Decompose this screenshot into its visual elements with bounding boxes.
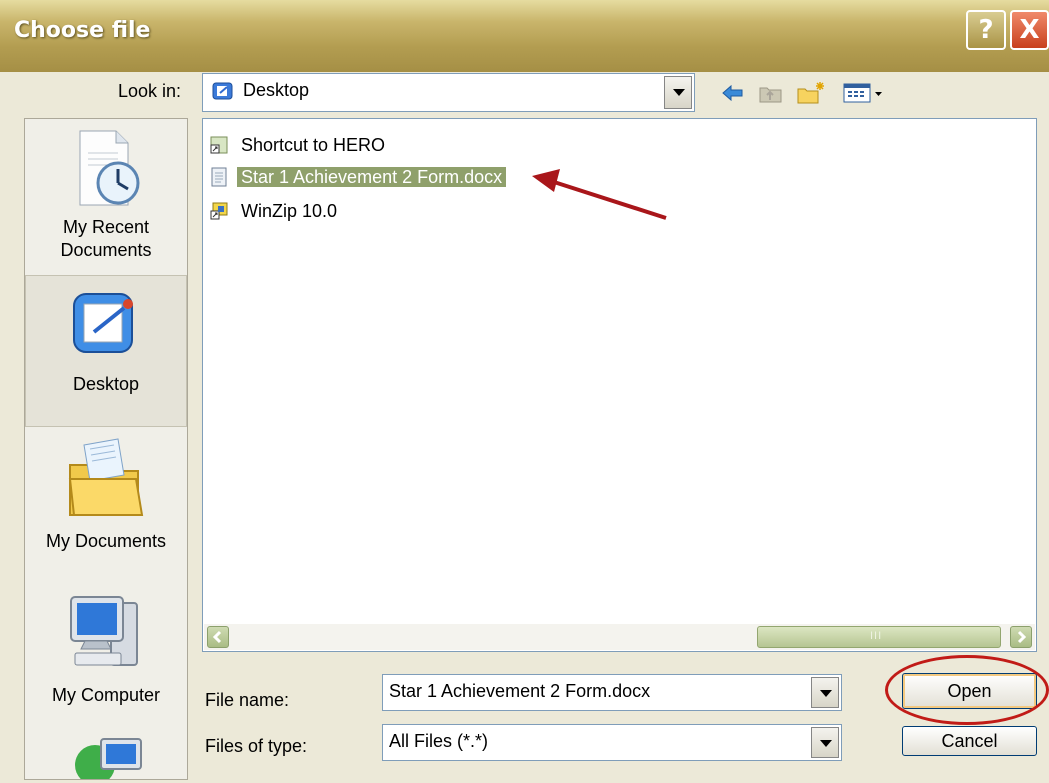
help-button[interactable]: ? [966,10,1006,50]
view-menu-icon[interactable] [842,80,886,106]
scroll-right-button[interactable] [1010,626,1032,648]
network-places-icon [75,738,142,779]
desktop-small-icon [212,82,233,100]
place-my-documents[interactable]: My Documents [25,435,187,585]
winzip-icon [210,202,228,220]
file-type-dropdown[interactable]: All Files (*.*) [382,724,842,761]
places-bar: My Recent Documents Desktop My Documents [24,118,188,780]
scroll-thumb[interactable]: III [757,626,1001,648]
scroll-left-button[interactable] [207,626,229,648]
file-name-value: Star 1 Achievement 2 Form.docx [389,681,651,701]
shortcut-icon [210,136,228,154]
file-type-label: Files of type: [205,736,308,756]
look-in-dropdown[interactable]: Desktop [202,73,695,112]
place-label: My Documents [45,531,167,551]
dialog-title: Choose file [14,18,151,43]
place-label: My Computer [51,685,161,705]
my-computer-icon [70,596,138,666]
up-folder-icon[interactable] [758,80,784,106]
look-in-label: Look in: [118,81,182,101]
place-desktop[interactable]: Desktop [25,275,187,427]
place-label: Desktop [72,374,140,394]
my-documents-icon [68,438,144,516]
place-label: My Recent Documents [60,217,152,260]
place-my-recent-documents[interactable]: My Recent Documents [25,127,187,275]
choose-file-dialog: Choose file ? X Look in: Desktop My Rece… [0,0,1049,783]
title-bar[interactable]: Choose file ? X [0,0,1049,72]
annotation-circle [885,655,1049,725]
look-in-dropdown-button[interactable] [664,76,692,109]
file-name: WinZip 10.0 [241,201,338,221]
desktop-icon [73,293,133,353]
horizontal-scrollbar[interactable]: III [204,624,1035,650]
place-my-computer[interactable]: My Computer [25,589,187,709]
file-type-dropdown-button[interactable] [811,727,839,758]
file-name: Shortcut to HERO [241,135,386,155]
look-in-value: Desktop [243,80,310,100]
file-item[interactable]: WinZip 10.0 [207,199,341,223]
file-item-selected[interactable]: Star 1 Achievement 2 Form.docx [207,165,507,189]
file-name-dropdown-button[interactable] [811,677,839,708]
chevron-right-icon [1017,630,1027,644]
back-arrow-icon[interactable] [720,80,746,106]
cancel-button[interactable]: Cancel [902,726,1037,756]
chevron-left-icon [212,630,222,644]
file-name: Star 1 Achievement 2 Form.docx [237,167,507,187]
new-folder-icon[interactable] [796,80,826,106]
close-button[interactable]: X [1010,10,1049,50]
file-type-value: All Files (*.*) [389,731,489,751]
annotation-arrow [532,169,667,220]
word-document-icon [211,167,227,187]
grip-icon: III [870,630,883,642]
file-name-label: File name: [205,690,290,710]
file-item[interactable]: Shortcut to HERO [207,133,389,157]
recent-documents-icon [79,130,140,206]
place-network[interactable] [25,725,187,779]
file-name-input[interactable]: Star 1 Achievement 2 Form.docx [382,674,842,711]
